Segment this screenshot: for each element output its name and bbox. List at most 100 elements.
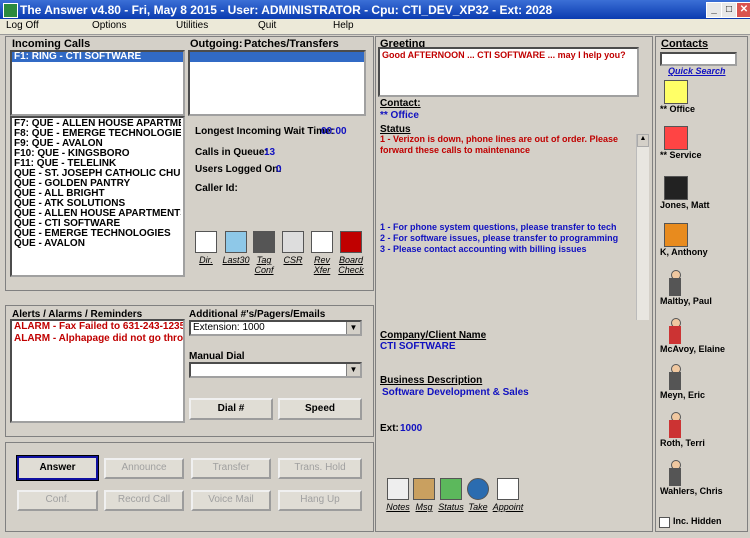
chevron-down-icon[interactable]: ▼ — [346, 364, 360, 376]
outgoing-selected-row[interactable] — [190, 52, 364, 62]
tool-dir-label: Dir. — [199, 255, 213, 265]
contact-name: Meyn, Eric — [660, 390, 706, 400]
queue-item[interactable]: F9: QUE - AVALON — [14, 139, 181, 149]
contact-item[interactable]: ** Office — [660, 80, 746, 114]
menu-help[interactable]: Help — [333, 20, 354, 31]
take-globe-icon[interactable] — [467, 478, 489, 500]
hang-up-button[interactable]: Hang Up — [278, 490, 362, 511]
menu-utilities[interactable]: Utilities — [176, 20, 208, 31]
outgoing-label: Outgoing: — [190, 38, 243, 50]
inc-hidden-checkbox[interactable] — [659, 517, 670, 528]
window-title: The Answer v4.80 - Fri, May 8 2015 - Use… — [20, 3, 553, 17]
status-info-line: 2 - For software issues, please transfer… — [380, 233, 619, 243]
queue-item[interactable]: QUE - EMERGE TECHNOLOGIES — [14, 229, 181, 239]
menu-log-off[interactable]: Log Off — [6, 20, 39, 31]
dial-button[interactable]: Dial # — [189, 398, 273, 420]
directory-icon[interactable] — [195, 231, 217, 253]
outgoing-list[interactable] — [188, 50, 366, 116]
queue-item[interactable]: QUE - ST. JOSEPH CATHOLIC CHURCH — [14, 169, 181, 179]
person-icon — [668, 364, 682, 390]
contact-name: ** Service — [660, 150, 702, 160]
caller-id-label: Caller Id: — [195, 183, 238, 194]
contact-item[interactable]: Maltby, Paul — [660, 270, 746, 306]
calls-in-queue-value: 13 — [264, 147, 276, 158]
incoming-call-selected[interactable]: F1: RING - CTI SOFTWARE — [12, 52, 183, 62]
last30-icon[interactable] — [225, 231, 247, 253]
additional-select[interactable]: Extension: 1000 ▼ — [189, 320, 362, 336]
greeting-text: Good AFTERNOON ... CTI SOFTWARE ... may … — [382, 50, 626, 60]
trans-hold-button[interactable]: Trans. Hold — [278, 458, 362, 479]
company-label: Company/Client Name — [380, 330, 487, 341]
scroll-up-icon[interactable]: ▲ — [637, 134, 649, 147]
queue-item[interactable]: F7: QUE - ALLEN HOUSE APARTMENT — [14, 119, 181, 129]
queue-item[interactable]: QUE - CTI SOFTWARE — [14, 219, 181, 229]
person-icon — [668, 270, 682, 296]
voice-mail-button[interactable]: Voice Mail — [191, 490, 271, 511]
board-check-icon[interactable] — [340, 231, 362, 253]
notes-icon[interactable] — [387, 478, 409, 500]
menu-quit[interactable]: Quit — [258, 20, 276, 31]
contact-item[interactable]: Meyn, Eric — [660, 364, 746, 400]
alert-item[interactable]: ALARM - Alphapage did not go through — [12, 333, 183, 345]
app-icon — [3, 3, 18, 18]
transfer-button[interactable]: Transfer — [191, 458, 271, 479]
queue-item[interactable]: F8: QUE - EMERGE TECHNOLOGIES — [14, 129, 181, 139]
queue-list[interactable]: F7: QUE - ALLEN HOUSE APARTMENT F8: QUE -… — [10, 116, 185, 277]
quick-search-link[interactable]: Quick Search — [668, 66, 726, 76]
status-icon[interactable] — [440, 478, 462, 500]
appoint-label: Appoint — [492, 502, 524, 512]
business-value: Software Development & Sales — [382, 387, 529, 398]
queue-item[interactable]: QUE - ATK SOLUTIONS — [14, 199, 181, 209]
queue-item[interactable]: QUE - GOLDEN PANTRY — [14, 179, 181, 189]
maximize-button[interactable]: □ — [721, 2, 737, 18]
incoming-calls-list[interactable]: F1: RING - CTI SOFTWARE — [10, 50, 185, 116]
contact-name: ** Office — [660, 104, 696, 114]
queue-item[interactable]: QUE - AVALON — [14, 239, 181, 249]
csr-headset-icon[interactable] — [282, 231, 304, 253]
contact-name: Jones, Matt — [660, 200, 710, 210]
status-info-line: 3 - Please contact accounting with billi… — [380, 244, 587, 254]
record-call-button[interactable]: Record Call — [104, 490, 184, 511]
incoming-calls-label: Incoming Calls — [12, 38, 91, 50]
status-alert-text: 1 - Verizon is down, phone lines are out… — [380, 134, 619, 155]
contact-name: McAvoy, Elaine — [660, 344, 726, 354]
chevron-down-icon[interactable]: ▼ — [346, 322, 360, 334]
inc-hidden-label: Inc. Hidden — [673, 516, 722, 526]
contact-item[interactable]: Wahlers, Chris — [660, 460, 746, 496]
contact-item[interactable]: Roth, Terri — [660, 412, 746, 448]
company-value: CTI SOFTWARE — [380, 341, 456, 352]
contact-search-input[interactable] — [660, 52, 737, 66]
rev-xfer-icon[interactable] — [311, 231, 333, 253]
queue-item[interactable]: F11: QUE - TELELINK — [14, 159, 181, 169]
contact-item[interactable]: K, Anthony — [660, 223, 746, 257]
wait-time-label: Longest Incoming Wait Time: — [195, 126, 334, 137]
close-button[interactable]: ✕ — [736, 2, 750, 18]
appoint-calendar-icon[interactable] — [497, 478, 519, 500]
queue-item[interactable]: QUE - ALLEN HOUSE APARTMENTS — [14, 209, 181, 219]
person-icon — [668, 460, 682, 486]
alerts-list[interactable]: ALARM - Fax Failed to 631-243-1235 ALARM… — [10, 319, 185, 423]
queue-item[interactable]: QUE - ALL BRIGHT — [14, 189, 181, 199]
contact-item[interactable]: McAvoy, Elaine — [660, 318, 746, 354]
msg-icon[interactable] — [413, 478, 435, 500]
ext-value: 1000 — [400, 423, 423, 434]
conf-button[interactable]: Conf. — [17, 490, 98, 511]
queue-item[interactable]: F10: QUE - KINGSBORO — [14, 149, 181, 159]
announce-button[interactable]: Announce — [104, 458, 184, 479]
contact-item[interactable]: ** Service — [660, 126, 746, 160]
answer-button[interactable]: Answer — [16, 455, 99, 481]
minimize-button[interactable]: _ — [706, 2, 722, 18]
speed-button[interactable]: Speed — [278, 398, 362, 420]
manual-dial-label: Manual Dial — [189, 351, 245, 362]
tag-conf-icon[interactable] — [253, 231, 275, 253]
patches-label: Patches/Transfers — [244, 38, 339, 50]
status-scrollbar[interactable]: ▲ — [636, 134, 649, 320]
manual-dial-input[interactable]: ▼ — [189, 362, 362, 378]
status-info-line: 1 - For phone system questions, please t… — [380, 222, 617, 232]
alert-item[interactable]: ALARM - Fax Failed to 631-243-1235 — [12, 321, 183, 333]
menu-options[interactable]: Options — [92, 20, 126, 31]
menu-bar: Log Off Options Utilities Quit Help — [0, 19, 750, 35]
person-icon — [668, 412, 682, 438]
person-icon — [664, 223, 688, 247]
contact-item[interactable]: Jones, Matt — [660, 176, 746, 210]
